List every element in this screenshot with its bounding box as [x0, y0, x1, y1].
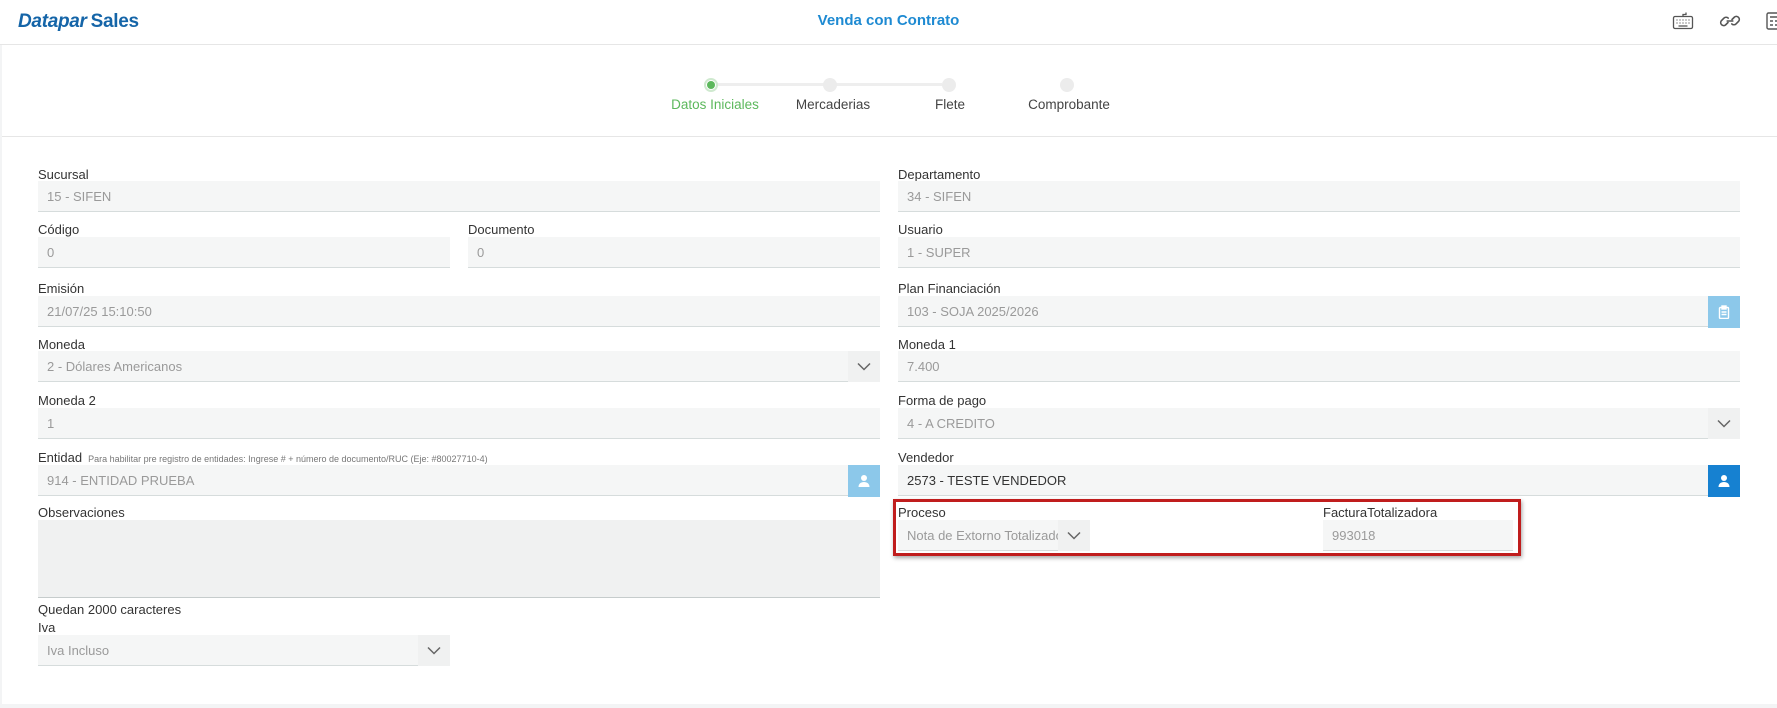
departamento-label: Departamento: [898, 167, 981, 182]
moneda1-label: Moneda 1: [898, 337, 956, 352]
wizard-stepper: Datos Iniciales Mercaderias Flete Compro…: [2, 45, 1777, 137]
calculator-icon[interactable]: [1765, 11, 1777, 31]
entidad-label-text: Entidad: [38, 450, 83, 465]
chevron-down-icon: [1067, 531, 1081, 540]
iva-label: Iva: [38, 620, 56, 635]
forma-pago-select[interactable]: 4 - A CREDITO: [898, 408, 1708, 439]
usuario-label: Usuario: [898, 222, 943, 237]
user-icon: [1718, 475, 1730, 487]
factura-totalizadora-field[interactable]: 993018: [1323, 520, 1513, 551]
entidad-label: Entidad Para habilitar pre registro de en…: [38, 450, 488, 465]
emision-field[interactable]: 21/07/25 15:10:50: [38, 296, 880, 327]
iva-dropdown-button[interactable]: [418, 635, 450, 666]
sucursal-field[interactable]: 15 - SIFEN: [38, 181, 880, 212]
codigo-label: Código: [38, 222, 80, 237]
plan-financiacion-field[interactable]: 103 - SOJA 2025/2026: [898, 296, 1708, 327]
sucursal-label: Sucursal: [38, 167, 89, 182]
vendedor-label: Vendedor: [898, 450, 954, 465]
step-dot-flete[interactable]: [942, 78, 956, 92]
user-icon: [858, 475, 870, 487]
documento-field[interactable]: 0: [468, 237, 880, 268]
plan-financiacion-button[interactable]: [1708, 296, 1740, 328]
usuario-field[interactable]: 1 - SUPER: [898, 237, 1740, 268]
moneda-label: Moneda: [38, 337, 85, 352]
moneda2-field[interactable]: 1: [38, 408, 880, 439]
forma-pago-label: Forma de pago: [898, 393, 987, 408]
proceso-dropdown-button[interactable]: [1058, 520, 1090, 551]
proceso-select[interactable]: Nota de Extorno Totalizador: [898, 520, 1058, 551]
caracteres-counter: Quedan 2000 caracteres: [38, 602, 182, 617]
link-icon[interactable]: [1719, 11, 1741, 31]
moneda1-field[interactable]: 7.400: [898, 351, 1740, 382]
chevron-down-icon: [857, 362, 871, 371]
entidad-field[interactable]: 914 - ENTIDAD PRUEBA: [38, 465, 848, 496]
step-dot-mercaderias[interactable]: [823, 78, 837, 92]
chevron-down-icon: [427, 646, 441, 655]
departamento-field[interactable]: 34 - SIFEN: [898, 181, 1740, 212]
documento-label: Documento: [468, 222, 535, 237]
chevron-down-icon: [1717, 419, 1731, 428]
moneda-dropdown-button[interactable]: [848, 351, 880, 382]
factura-totalizadora-label: FacturaTotalizadora: [1323, 505, 1438, 520]
step-dot-datos-iniciales[interactable]: [704, 78, 718, 92]
observaciones-textarea[interactable]: [38, 520, 880, 598]
entidad-search-button[interactable]: [848, 465, 880, 497]
clipboard-icon: [1718, 305, 1730, 319]
vendedor-field[interactable]: 2573 - TESTE VENDEDOR: [898, 465, 1708, 496]
app-header: Datapar Sales Venda con Contrato: [0, 0, 1777, 45]
observaciones-label: Observaciones: [38, 505, 125, 520]
codigo-field[interactable]: 0: [38, 237, 450, 268]
moneda-select[interactable]: 2 - Dólares Americanos: [38, 351, 848, 382]
page-title: Venda con Contrato: [817, 12, 960, 29]
keyboard-icon[interactable]: [1672, 11, 1694, 31]
proceso-label: Proceso: [898, 505, 946, 520]
step-dot-comprobante[interactable]: [1060, 78, 1074, 92]
step-label-comprobante[interactable]: Comprobante: [999, 97, 1139, 112]
emision-label: Emisión: [38, 281, 85, 296]
entidad-hint: Para habilitar pre registro de entidades…: [88, 454, 488, 464]
forma-pago-dropdown-button[interactable]: [1708, 408, 1740, 439]
moneda2-label: Moneda 2: [38, 393, 96, 408]
plan-financiacion-label: Plan Financiación: [898, 281, 1001, 296]
vendedor-search-button[interactable]: [1708, 465, 1740, 497]
iva-select[interactable]: Iva Incluso: [38, 635, 418, 666]
